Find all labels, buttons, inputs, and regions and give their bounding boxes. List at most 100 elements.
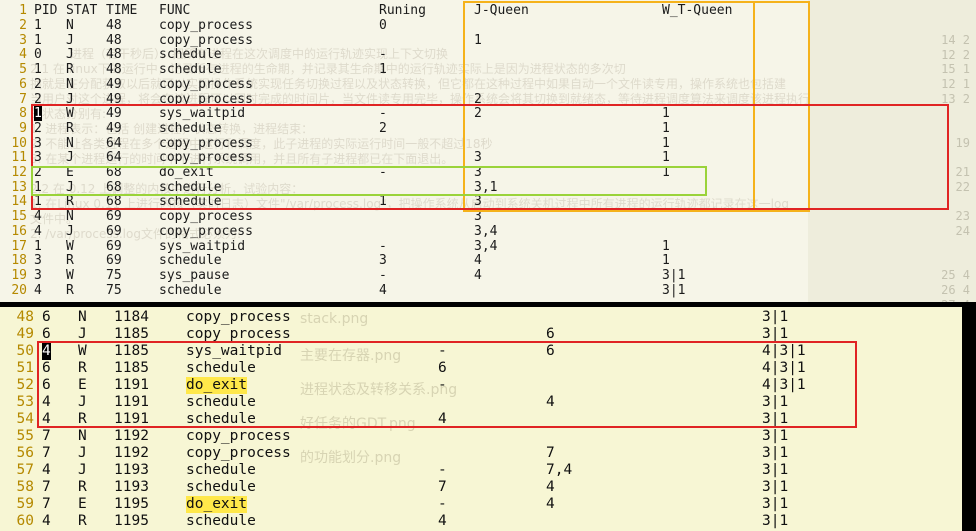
cell-pid: 1 — [34, 106, 42, 122]
cell-wt-queen: 4|3|1 — [762, 360, 806, 376]
cell-running: 3 — [379, 253, 387, 269]
header-wt-queen: W_T-Queen — [662, 3, 733, 18]
cell-stat: N — [78, 309, 87, 325]
cell-time: 69 — [106, 253, 122, 269]
cell-wt-queen: 4|3|1 — [762, 343, 806, 359]
cell-pid: 3 — [34, 253, 42, 269]
cell-running: 0 — [379, 18, 387, 33]
ghost-file-name: stack.png — [300, 311, 369, 327]
cell-time: 49 — [106, 120, 122, 136]
cell-time: 48 — [106, 32, 122, 48]
gutter-number: 13 2 — [941, 91, 970, 106]
cell-func: copy_process — [159, 32, 253, 48]
cell-running: 1 — [379, 194, 387, 210]
line-number: 50 — [16, 343, 34, 359]
line-number: 2 — [19, 18, 27, 33]
line-number: 58 — [16, 479, 34, 495]
cell-func: schedule — [159, 47, 222, 63]
cell-time: 1193 — [114, 479, 149, 495]
ghost-note-line: 当用户对这个进程，将会在该进程可以同时完成的时间片，当文件读专用完毕，操作系统会… — [30, 92, 811, 106]
line-number: 16 — [11, 223, 27, 239]
line-number: 19 — [11, 267, 27, 283]
cell-pid: 3 — [34, 150, 42, 166]
cell-j-queen: 3 — [474, 209, 482, 225]
cell-stat: J — [78, 462, 87, 478]
cell-wt-queen: 3|1 — [762, 479, 789, 495]
cell-j-queen: 4 — [474, 267, 482, 283]
cell-stat: E — [66, 165, 74, 180]
cell-pid: 7 — [42, 445, 51, 461]
cell-pid: 2 — [34, 120, 42, 136]
cell-pid: 6 — [42, 309, 51, 325]
cell-func: schedule — [159, 253, 222, 269]
cell-stat: R — [78, 360, 87, 376]
header-pid: PID — [34, 3, 58, 18]
gutter-number: 21 — [955, 165, 970, 180]
cell-wt-queen: 3|1 — [762, 462, 789, 478]
cell-wt-queen: 1 — [662, 238, 670, 254]
cell-wt-queen: 1 — [662, 120, 670, 136]
cell-time: 64 — [106, 150, 122, 166]
cell-j-queen: 3,4 — [474, 223, 498, 239]
header-running: Runing — [379, 3, 426, 18]
cell-pid: 3 — [34, 135, 42, 151]
cell-time: 69 — [106, 209, 122, 225]
cell-pid: 2 — [34, 165, 42, 180]
cell-pid: 1 — [34, 238, 42, 254]
line-number: 56 — [16, 445, 34, 461]
ghost-file-name: 主要在存器.png — [300, 348, 402, 364]
cell-time: 68 — [106, 194, 122, 210]
cell-time: 1185 — [114, 343, 149, 359]
cell-time: 69 — [106, 223, 122, 239]
cell-running: - — [438, 343, 447, 359]
cell-wt-queen: 4|3|1 — [762, 377, 806, 393]
cell-func: copy_process — [159, 91, 253, 107]
gutter-number: 27 4 — [941, 298, 970, 302]
cell-func: schedule — [186, 513, 256, 529]
cell-func: schedule — [159, 194, 222, 210]
cell-stat: R — [66, 62, 74, 78]
cell-stat: R — [66, 253, 74, 269]
cell-pid: 1 — [34, 32, 42, 48]
top-editor-pane[interactable]: 进程（若干秒后），把所有进程在这次调度中的运行轨迹实现上下文切换 2.1 在 li… — [0, 0, 976, 302]
line-number: 9 — [19, 120, 27, 136]
cell-pid: 1 — [34, 18, 42, 33]
cell-stat: J — [66, 32, 74, 48]
cell-stat: W — [78, 343, 87, 359]
cell-j-queen: 6 — [546, 326, 555, 342]
cell-pid: 7 — [42, 496, 51, 512]
cell-stat: N — [78, 428, 87, 444]
line-number: 52 — [16, 377, 34, 393]
cell-time: 1195 — [114, 513, 149, 529]
cell-running: - — [438, 462, 447, 478]
cell-running: 7 — [438, 479, 447, 495]
cell-stat: R — [78, 479, 87, 495]
cell-pid: 4 — [42, 394, 51, 410]
cell-pid: 0 — [34, 47, 42, 63]
line-number: 20 — [11, 282, 27, 298]
cell-pid: 4 — [42, 462, 51, 478]
cell-pid: 4 — [34, 223, 42, 239]
cell-stat: N — [66, 135, 74, 151]
cell-pid: 4 — [42, 343, 51, 360]
cell-running: 1 — [379, 62, 387, 78]
cell-stat: W — [66, 238, 74, 254]
cell-func: sys_waitpid — [159, 106, 246, 122]
cell-time: 1191 — [114, 411, 149, 427]
cell-pid: 4 — [34, 282, 42, 298]
bottom-editor-pane[interactable]: stack.png 主要在存器.png 进程状态及转移关系.png 好任务的GDT.p… — [0, 307, 962, 531]
cell-pid: 1 — [34, 62, 42, 78]
cell-pid: 6 — [42, 326, 51, 342]
cell-stat: N — [66, 76, 74, 92]
cell-stat: W — [66, 106, 74, 122]
line-number: 3 — [19, 32, 27, 48]
header-j-queen: J-Queen — [474, 3, 529, 18]
line-number: 48 — [16, 309, 34, 325]
cell-func: sys_waitpid — [186, 343, 283, 359]
gutter-number: 14 2 — [941, 33, 970, 47]
cell-stat: N — [66, 18, 74, 33]
line-number: 53 — [16, 394, 34, 410]
cell-stat: J — [66, 91, 74, 107]
cell-pid: 4 — [42, 513, 51, 529]
bottom-scrollbar[interactable] — [962, 307, 976, 531]
